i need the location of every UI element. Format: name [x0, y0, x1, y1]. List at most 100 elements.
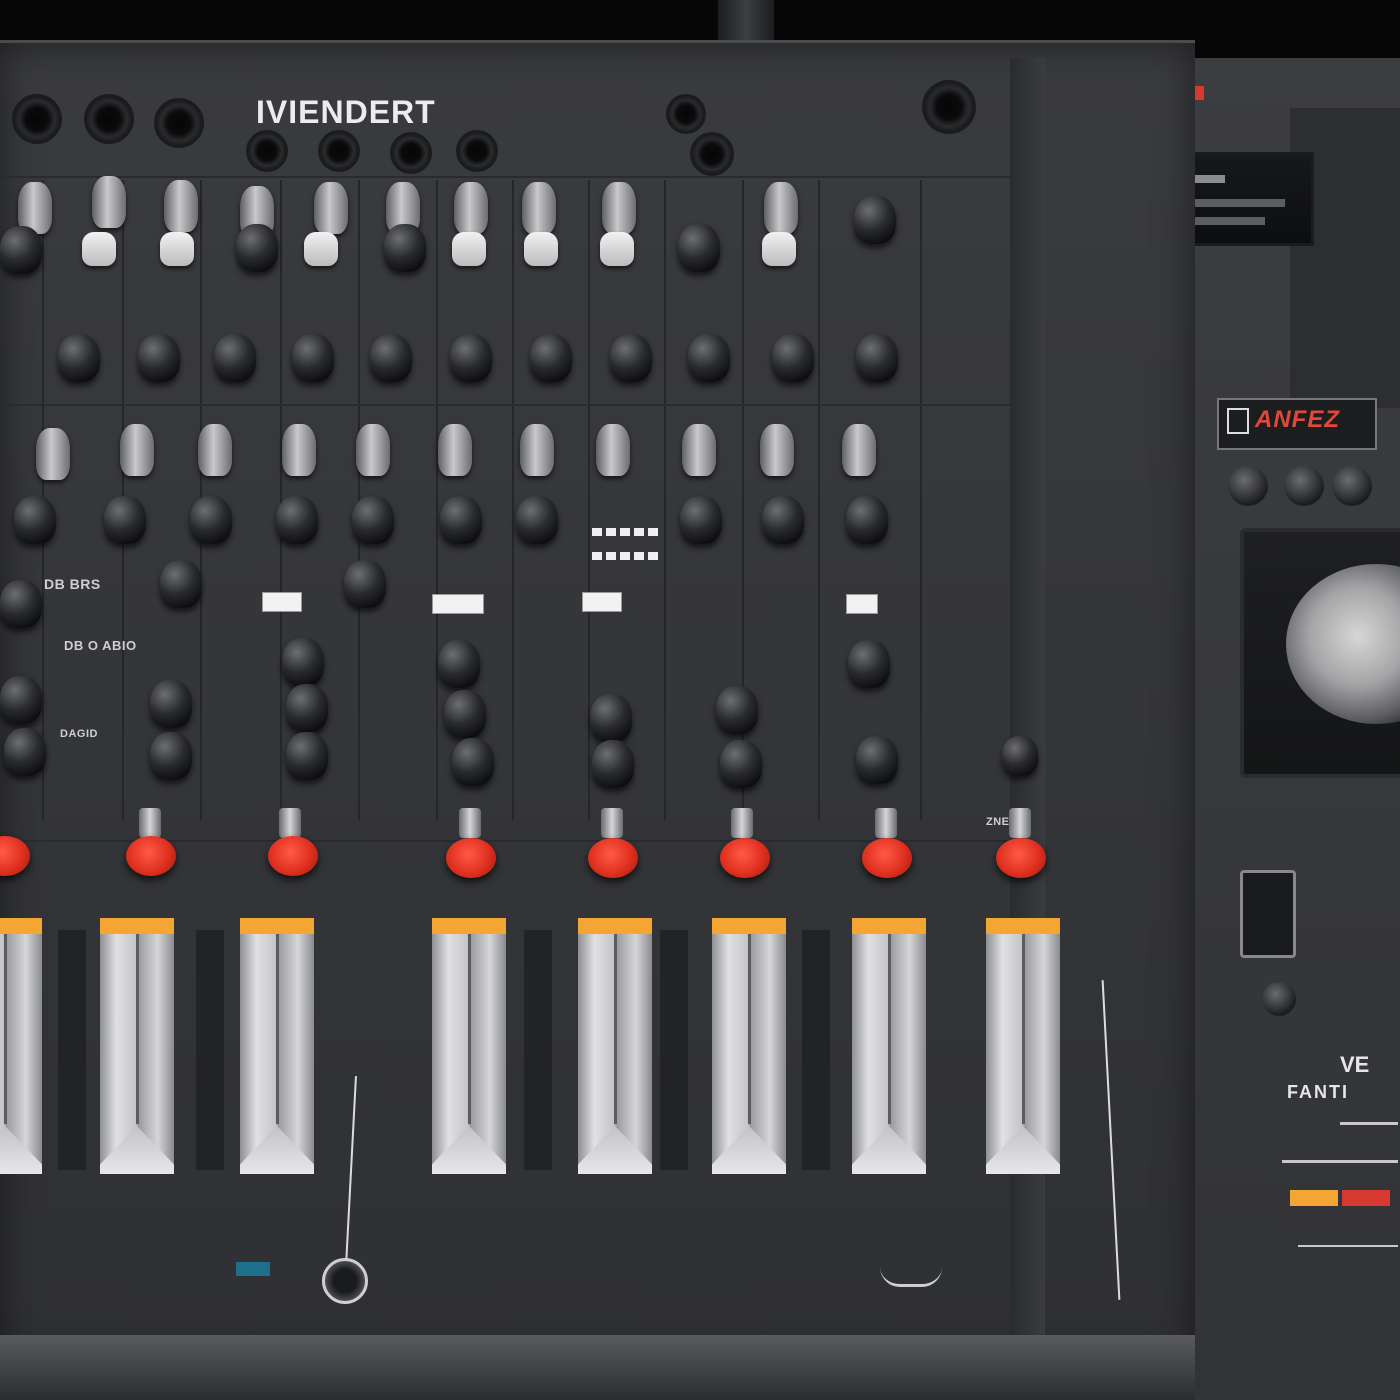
eq-knob[interactable]: [678, 224, 720, 272]
fx-knob[interactable]: [150, 680, 192, 728]
eq-knob[interactable]: [0, 226, 42, 274]
fx-knob[interactable]: [444, 690, 486, 738]
input-jack[interactable]: [456, 130, 498, 172]
aux-knob[interactable]: [520, 424, 554, 476]
aux-knob[interactable]: [438, 424, 472, 476]
input-jack[interactable]: [666, 94, 706, 134]
channel-red-knob[interactable]: [126, 836, 176, 876]
aux-knob[interactable]: [198, 424, 232, 476]
eq-knob-white[interactable]: [82, 232, 116, 266]
pan-knob[interactable]: [680, 496, 722, 544]
channel-fader[interactable]: [240, 918, 314, 1174]
side-knob[interactable]: [1284, 466, 1324, 506]
channel-fader[interactable]: [986, 918, 1060, 1174]
aux-knob[interactable]: [282, 424, 316, 476]
eq-knob-white[interactable]: [452, 232, 486, 266]
channel-fader[interactable]: [432, 918, 506, 1174]
eq-knob-white[interactable]: [762, 232, 796, 266]
pan-knob[interactable]: [14, 496, 56, 544]
pan-knob[interactable]: [762, 496, 804, 544]
gain-knob[interactable]: [92, 176, 126, 228]
channel-fader[interactable]: [578, 918, 652, 1174]
pan-knob[interactable]: [190, 496, 232, 544]
aux-knob[interactable]: [36, 428, 70, 480]
headphone-knob[interactable]: [322, 1258, 368, 1304]
input-jack[interactable]: [246, 130, 288, 172]
eq-knob[interactable]: [236, 224, 278, 272]
eq-knob[interactable]: [854, 196, 896, 244]
fx-knob[interactable]: [438, 640, 480, 688]
gain-knob[interactable]: [314, 182, 348, 234]
channel-red-knob[interactable]: [720, 838, 770, 878]
input-jack[interactable]: [154, 98, 204, 148]
fx-knob[interactable]: [282, 638, 324, 686]
gain-knob[interactable]: [522, 182, 556, 234]
input-jack[interactable]: [390, 132, 432, 174]
mid-knob[interactable]: [58, 334, 100, 382]
gain-knob[interactable]: [764, 182, 798, 234]
aux-knob[interactable]: [682, 424, 716, 476]
fx-knob[interactable]: [590, 694, 632, 742]
input-jack[interactable]: [922, 80, 976, 134]
mid-knob[interactable]: [530, 334, 572, 382]
fx-knob[interactable]: [848, 640, 890, 688]
aux-knob[interactable]: [596, 424, 630, 476]
mid-knob[interactable]: [450, 334, 492, 382]
input-jack[interactable]: [12, 94, 62, 144]
mid-knob[interactable]: [292, 334, 334, 382]
aux-knob[interactable]: [842, 424, 876, 476]
channel-red-knob[interactable]: [446, 838, 496, 878]
fx-knob[interactable]: [1002, 736, 1038, 776]
pan-knob[interactable]: [846, 496, 888, 544]
eq-knob-white[interactable]: [160, 232, 194, 266]
eq-knob-white[interactable]: [600, 232, 634, 266]
channel-fader[interactable]: [0, 918, 42, 1174]
aux-knob[interactable]: [120, 424, 154, 476]
channel-red-knob[interactable]: [996, 838, 1046, 878]
fx-knob[interactable]: [856, 736, 898, 784]
channel-red-knob[interactable]: [862, 838, 912, 878]
mid-knob[interactable]: [688, 334, 730, 382]
channel-fader[interactable]: [712, 918, 786, 1174]
fx-knob[interactable]: [286, 732, 328, 780]
eq-knob-white[interactable]: [304, 232, 338, 266]
fx-knob[interactable]: [716, 686, 758, 734]
mid-knob[interactable]: [772, 334, 814, 382]
aux-knob[interactable]: [356, 424, 390, 476]
fx-knob[interactable]: [286, 684, 328, 732]
gain-knob[interactable]: [454, 182, 488, 234]
side-knob[interactable]: [1332, 466, 1372, 506]
input-jack[interactable]: [84, 94, 134, 144]
channel-fader[interactable]: [852, 918, 926, 1174]
pan-knob[interactable]: [516, 496, 558, 544]
fx-knob[interactable]: [720, 740, 762, 788]
side-small-knob[interactable]: [1262, 982, 1296, 1016]
mid-knob[interactable]: [856, 334, 898, 382]
fx-knob[interactable]: [150, 732, 192, 780]
pan-knob[interactable]: [104, 496, 146, 544]
mid-knob[interactable]: [370, 334, 412, 382]
pan-knob[interactable]: [160, 560, 202, 608]
channel-red-knob[interactable]: [588, 838, 638, 878]
mid-knob[interactable]: [610, 334, 652, 382]
pan-knob[interactable]: [0, 580, 42, 628]
side-knob[interactable]: [1228, 466, 1268, 506]
gain-knob[interactable]: [602, 182, 636, 234]
gain-knob[interactable]: [164, 180, 198, 232]
pan-knob[interactable]: [352, 496, 394, 544]
pan-knob[interactable]: [440, 496, 482, 544]
eq-knob-white[interactable]: [524, 232, 558, 266]
eq-knob[interactable]: [384, 224, 426, 272]
mid-knob[interactable]: [138, 334, 180, 382]
fx-knob[interactable]: [0, 676, 42, 724]
input-jack[interactable]: [318, 130, 360, 172]
pan-knob[interactable]: [276, 496, 318, 544]
fx-knob[interactable]: [4, 728, 46, 776]
channel-red-knob[interactable]: [268, 836, 318, 876]
channel-fader[interactable]: [100, 918, 174, 1174]
side-switch-handle[interactable]: [1240, 870, 1296, 958]
pan-knob[interactable]: [344, 560, 386, 608]
mid-knob[interactable]: [214, 334, 256, 382]
fx-knob[interactable]: [592, 740, 634, 788]
aux-knob[interactable]: [760, 424, 794, 476]
